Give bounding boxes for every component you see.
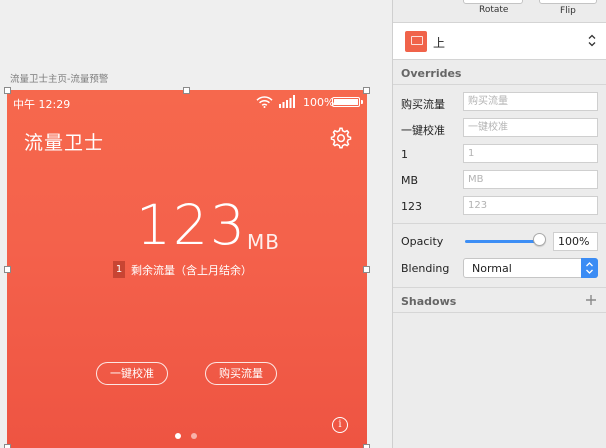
- opacity-slider-track[interactable]: [465, 240, 539, 243]
- override-input-buy[interactable]: 购买流量: [463, 92, 598, 111]
- buy-data-button[interactable]: 购买流量: [205, 362, 277, 385]
- overrides-title: Overrides: [401, 67, 462, 80]
- rotate-label: Rotate: [479, 5, 509, 15]
- shadows-title: Shadows: [401, 295, 457, 308]
- rotate-button[interactable]: [463, 0, 523, 4]
- override-input-unit[interactable]: MB: [463, 170, 598, 189]
- opacity-slider-thumb[interactable]: [533, 233, 546, 246]
- resize-handle-right[interactable]: [363, 266, 370, 273]
- blending-label: Blending: [401, 262, 450, 275]
- remaining-data-value: 123: [136, 193, 247, 257]
- remaining-data-caption: 剩余流量（含上月结余）: [131, 264, 252, 277]
- artboard-label[interactable]: 流量卫士主页-流量预警: [10, 71, 108, 85]
- flip-label: Flip: [560, 6, 576, 16]
- flip-button[interactable]: [539, 0, 597, 4]
- override-label-calibrate: 一键校准: [401, 124, 445, 137]
- symbol-selector[interactable]: 上: [393, 23, 606, 60]
- symbol-thumbnail: [405, 31, 427, 52]
- signal-icon: [279, 95, 295, 108]
- divider: [393, 84, 606, 85]
- override-label-value: 123: [401, 200, 422, 213]
- override-label-unit: MB: [401, 174, 419, 187]
- opacity-input[interactable]: 100%: [553, 232, 598, 251]
- resize-handle-left[interactable]: [4, 266, 11, 273]
- remaining-badge: 1: [113, 261, 125, 278]
- resize-handle-bottom-right[interactable]: [363, 444, 370, 448]
- divider: [393, 312, 606, 313]
- chevron-up-down-icon[interactable]: [581, 258, 598, 278]
- inspector-panel: Rotate Flip 上 Overrides 购买流量 购买流量 一键校准 一…: [392, 0, 606, 448]
- symbol-name: 上: [433, 36, 446, 50]
- resize-handle-top[interactable]: [183, 87, 190, 94]
- divider: [393, 287, 606, 288]
- status-time: 中午 12:29: [13, 98, 71, 111]
- opacity-label: Opacity: [401, 235, 444, 248]
- override-input-value[interactable]: 123: [463, 196, 598, 215]
- wifi-icon: [256, 96, 273, 108]
- resize-handle-top-right[interactable]: [363, 87, 370, 94]
- blending-value: Normal: [472, 262, 512, 275]
- app-title: 流量卫士: [24, 132, 105, 154]
- chevron-up-down-icon[interactable]: [587, 33, 597, 48]
- page-dot[interactable]: [191, 433, 197, 439]
- plus-icon[interactable]: [585, 294, 597, 306]
- resize-handle-bottom-left[interactable]: [4, 444, 11, 448]
- override-label-badge: 1: [401, 148, 408, 161]
- remaining-data-unit: MB: [247, 230, 280, 254]
- divider: [393, 223, 606, 224]
- blending-select[interactable]: Normal: [463, 258, 598, 278]
- page-dot-active[interactable]: [175, 433, 181, 439]
- override-input-badge[interactable]: 1: [463, 144, 598, 163]
- battery-percent: 100%: [303, 96, 335, 109]
- calibrate-button[interactable]: 一键校准: [96, 362, 168, 385]
- info-icon[interactable]: i: [332, 417, 348, 433]
- override-label-buy: 购买流量: [401, 98, 445, 111]
- artboard-traffic-guard[interactable]: 中午 12:29 100% 流量卫士 123 MB 1 剩余流量（含上月结余）: [7, 90, 367, 448]
- canvas[interactable]: 流量卫士主页-流量预警 中午 12:29 100% 流量卫士 123 MB 1 …: [0, 0, 392, 448]
- override-input-calibrate[interactable]: 一键校准: [463, 118, 598, 137]
- battery-icon: [332, 97, 363, 107]
- resize-handle-top-left[interactable]: [4, 87, 11, 94]
- gear-icon[interactable]: [330, 127, 352, 149]
